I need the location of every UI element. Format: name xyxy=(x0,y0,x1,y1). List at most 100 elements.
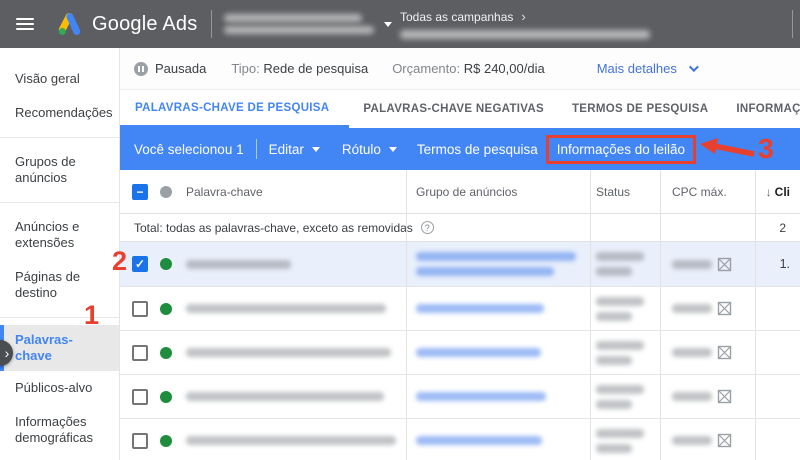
cpc-status-icon xyxy=(717,301,732,316)
chevron-down-icon xyxy=(688,62,699,73)
menu-icon[interactable] xyxy=(16,18,34,30)
budget-label: Orçamento: xyxy=(392,61,461,76)
redacted-status xyxy=(596,428,660,453)
redacted-ad-group-link[interactable] xyxy=(416,252,590,276)
selection-action-bar: Você selecionou 1 Editar Rótulo Termos d… xyxy=(120,128,800,170)
redacted-ad-group-link[interactable] xyxy=(416,436,542,445)
chevron-down-icon xyxy=(384,21,393,27)
sidebar-item-ads-extensions[interactable]: Anúncios e extensões xyxy=(0,210,119,260)
redacted-ad-group-link[interactable] xyxy=(416,392,546,401)
tab-search-keywords[interactable]: PALAVRAS-CHAVE DE PESQUISA xyxy=(120,90,350,128)
table-header-row: − Palavra-chave Grupo de anúncios Status… xyxy=(120,170,800,214)
sidebar-divider xyxy=(0,137,119,138)
sidebar-item-audiences[interactable]: Públicos-alvo xyxy=(0,371,119,405)
redacted-ad-group-link[interactable] xyxy=(416,348,541,357)
column-header-max-cpc[interactable]: CPC máx. xyxy=(660,185,755,199)
topbar-divider xyxy=(792,10,793,38)
status-dot-filter-icon[interactable] xyxy=(160,185,172,198)
cpc-status-icon xyxy=(717,389,732,404)
tab-search-terms[interactable]: TERMOS DE PESQUISA xyxy=(558,90,722,128)
column-header-status[interactable]: Status xyxy=(590,185,660,199)
enabled-status-icon xyxy=(160,302,172,315)
campaign-status: Pausada xyxy=(155,61,207,76)
annotation-step-1: 1 xyxy=(84,300,100,330)
auction-insights-button[interactable]: Informações do leilão xyxy=(545,134,697,164)
label-menu-button[interactable]: Rótulo xyxy=(342,142,397,157)
table-row[interactable] xyxy=(120,375,800,419)
top-app-bar: Google Ads Todas as campanhas › xyxy=(0,0,800,48)
tab-auction-insights[interactable]: INFORMAÇÕES DO LEILÃO xyxy=(722,90,800,128)
breadcrumb[interactable]: Todas as campanhas › xyxy=(400,9,650,39)
enabled-status-icon xyxy=(160,346,172,359)
account-selector[interactable] xyxy=(224,14,393,34)
cpc-status-icon xyxy=(717,257,732,271)
row-checkbox[interactable] xyxy=(132,388,148,405)
budget-value: R$ 240,00/dia xyxy=(463,61,545,76)
redacted-keyword xyxy=(186,348,391,357)
chevron-right-icon: › xyxy=(521,9,526,24)
redacted-status xyxy=(596,384,660,409)
redacted-campaign-name xyxy=(400,30,650,39)
redacted-account-name xyxy=(224,14,375,34)
sidebar-divider xyxy=(0,317,119,318)
column-header-keyword[interactable]: Palavra-chave xyxy=(184,185,406,199)
redacted-cpc-value xyxy=(672,436,712,445)
help-icon[interactable]: ? xyxy=(420,221,434,234)
redacted-status xyxy=(596,340,660,365)
column-header-clicks[interactable]: ↓ Cli xyxy=(755,185,800,199)
sidebar-item-ad-groups[interactable]: Grupos de anúncios xyxy=(0,145,119,195)
chevron-right-icon: › xyxy=(4,345,10,361)
tab-negative-keywords[interactable]: PALAVRAS-CHAVE NEGATIVAS xyxy=(349,90,558,128)
more-details-button[interactable]: Mais detalhes xyxy=(597,61,699,76)
redacted-cpc-value xyxy=(672,348,712,357)
table-row[interactable] xyxy=(120,287,800,331)
table-row[interactable] xyxy=(120,331,800,375)
redacted-keyword xyxy=(186,304,386,313)
table-total-row: Total: todas as palavras-chave, exceto a… xyxy=(120,214,800,242)
type-value: Rede de pesquisa xyxy=(263,61,369,76)
edit-menu-button[interactable]: Editar xyxy=(269,142,320,157)
sidebar-item-recommendations[interactable]: Recomendações xyxy=(0,96,119,130)
chevron-down-icon xyxy=(388,146,397,152)
actionbar-divider xyxy=(255,139,257,159)
total-clicks-value: 2 xyxy=(779,220,786,235)
total-row-label: Total: todas as palavras-chave, exceto a… xyxy=(134,220,413,235)
topbar-divider xyxy=(211,10,213,38)
enabled-status-icon xyxy=(160,258,172,270)
google-ads-logo[interactable]: Google Ads xyxy=(56,11,197,38)
redacted-cpc-value xyxy=(672,304,712,313)
row-clicks-value: 1. xyxy=(779,257,790,271)
redacted-ad-group-link[interactable] xyxy=(416,304,544,313)
google-ads-logo-icon xyxy=(58,12,81,35)
table-row[interactable] xyxy=(120,419,800,460)
selection-count: Você selecionou 1 xyxy=(134,141,244,157)
redacted-cpc-value xyxy=(672,259,712,269)
redacted-cpc-value xyxy=(672,392,712,401)
search-terms-button[interactable]: Termos de pesquisa xyxy=(417,142,538,157)
annotation-arrow-icon xyxy=(700,138,755,157)
sidebar-item-landing-pages[interactable]: Páginas de destino xyxy=(0,260,119,310)
breadcrumb-all-campaigns[interactable]: Todas as campanhas xyxy=(400,10,513,24)
redacted-keyword xyxy=(186,392,384,401)
sidebar-divider xyxy=(0,202,119,203)
row-checkbox-checked[interactable]: ✓ xyxy=(132,256,148,272)
campaign-status-bar: Pausada Tipo: Rede de pesquisa Orçamento… xyxy=(120,48,800,90)
redacted-status xyxy=(596,296,660,321)
row-checkbox[interactable] xyxy=(132,300,148,317)
type-label: Tipo: xyxy=(231,61,260,76)
google-ads-window: Google Ads Todas as campanhas › Visão ge… xyxy=(0,0,800,460)
enabled-status-icon xyxy=(160,434,172,447)
row-checkbox[interactable] xyxy=(132,344,148,361)
row-checkbox[interactable] xyxy=(132,432,148,449)
table-row-selected[interactable]: ✓ 1. xyxy=(120,242,800,287)
sidebar-item-demographics[interactable]: Informações demográficas xyxy=(0,405,119,455)
paused-icon xyxy=(134,61,148,76)
cpc-status-icon xyxy=(717,433,732,448)
cpc-status-icon xyxy=(717,345,732,360)
sidebar-item-overview[interactable]: Visão geral xyxy=(0,62,119,96)
app-title: Google Ads xyxy=(92,12,198,35)
select-all-checkbox[interactable]: − xyxy=(132,183,148,200)
keyword-tabs: PALAVRAS-CHAVE DE PESQUISA PALAVRAS-CHAV… xyxy=(120,90,800,128)
sidebar-item-keywords[interactable]: Palavras-chave xyxy=(0,325,119,371)
column-header-ad-group[interactable]: Grupo de anúncios xyxy=(406,185,590,199)
